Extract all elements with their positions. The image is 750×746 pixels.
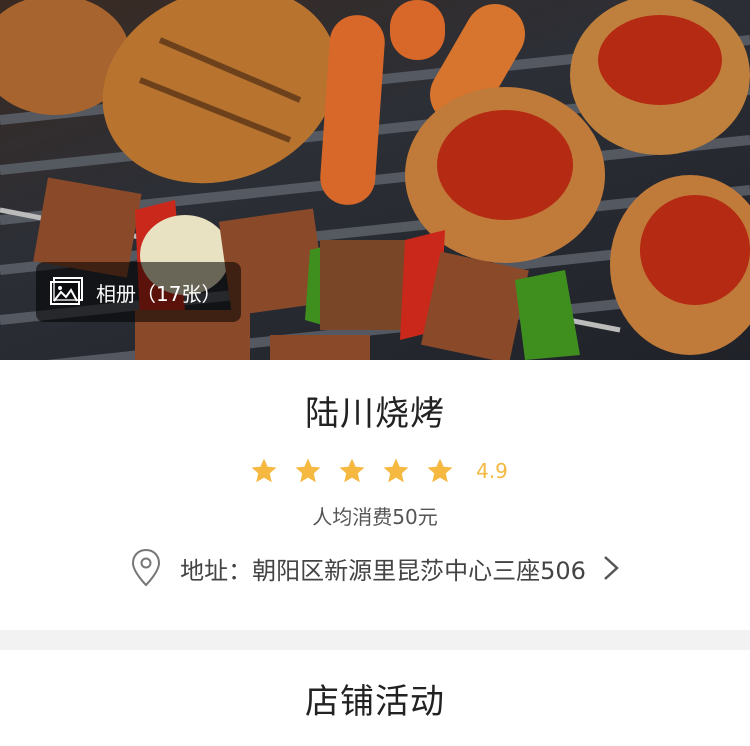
star-icon <box>251 458 277 483</box>
album-label: 相册（17张） <box>96 281 222 306</box>
album-button[interactable]: 相册（17张） <box>36 262 241 322</box>
address-text: 地址：朝阳区新源里昆莎中心三座506 <box>180 556 586 585</box>
rating-row: 4.9 <box>0 453 750 489</box>
rating-score: 4.9 <box>476 459 508 483</box>
shop-info-card: 陆川烧烤 4.9 人均消费50元 地址：朝阳区新源里昆莎中心三座506 <box>0 360 750 630</box>
section-divider <box>0 630 750 650</box>
address-row[interactable]: 地址：朝阳区新源里昆莎中心三座506 <box>0 548 750 588</box>
location-pin-icon <box>132 548 161 587</box>
store-activities-section: 店铺活动 <box>0 650 750 746</box>
section-title: 店铺活动 <box>305 681 445 722</box>
star-icon <box>427 458 453 483</box>
star-icon <box>295 458 321 483</box>
shop-name: 陆川烧烤 <box>305 394 445 434</box>
chevron-right-icon <box>604 556 619 580</box>
star-icon <box>339 458 365 483</box>
average-price: 人均消费50元 <box>312 505 438 529</box>
image-gallery-icon <box>50 277 83 305</box>
shop-hero-image[interactable]: 相册（17张） <box>0 0 750 360</box>
star-icon <box>383 458 409 483</box>
